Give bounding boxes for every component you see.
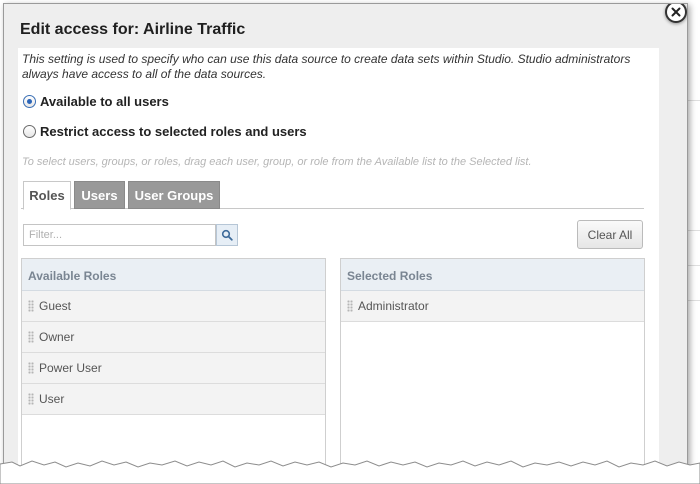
tab-users[interactable]: Users bbox=[74, 181, 125, 209]
edit-access-dialog: Edit access for: Airline Traffic This se… bbox=[3, 3, 688, 481]
list-item[interactable]: User bbox=[22, 384, 325, 415]
drag-handle-icon[interactable] bbox=[347, 300, 353, 312]
close-icon bbox=[671, 7, 681, 17]
radio-restrict-access[interactable]: Restrict access to selected roles and us… bbox=[23, 124, 307, 139]
available-roles-panel: Available Roles Guest Owner Power User U… bbox=[21, 258, 326, 481]
radio-button-checked[interactable] bbox=[23, 95, 36, 108]
drag-handle-icon[interactable] bbox=[28, 393, 34, 405]
dialog-description: This setting is used to specify who can … bbox=[22, 52, 631, 81]
selected-roles-header: Selected Roles bbox=[341, 259, 644, 291]
dialog-title: Edit access for: Airline Traffic bbox=[20, 21, 246, 38]
tab-roles[interactable]: Roles bbox=[23, 181, 71, 210]
tab-user-groups[interactable]: User Groups bbox=[128, 181, 220, 209]
radio-button-unchecked[interactable] bbox=[23, 125, 36, 138]
close-button[interactable] bbox=[665, 4, 687, 23]
selected-roles-panel: Selected Roles Administrator bbox=[340, 258, 645, 481]
search-icon bbox=[221, 229, 233, 241]
list-item[interactable]: Owner bbox=[22, 322, 325, 353]
drag-handle-icon[interactable] bbox=[28, 331, 34, 343]
available-roles-header: Available Roles bbox=[22, 259, 325, 291]
torn-edge-decoration bbox=[0, 460, 700, 484]
role-name: Power User bbox=[39, 361, 102, 375]
tab-bar: Roles Users User Groups bbox=[21, 181, 644, 210]
list-item[interactable]: Administrator bbox=[341, 291, 644, 322]
list-item[interactable]: Power User bbox=[22, 353, 325, 384]
role-name: User bbox=[39, 392, 65, 406]
role-name: Administrator bbox=[358, 299, 429, 313]
instruction-hint: To select users, groups, or roles, drag … bbox=[22, 156, 532, 168]
radio-label: Available to all users bbox=[40, 94, 169, 109]
role-name: Owner bbox=[39, 330, 75, 344]
role-name: Guest bbox=[39, 299, 72, 313]
clear-all-button[interactable]: Clear All bbox=[577, 220, 643, 249]
drag-handle-icon[interactable] bbox=[28, 300, 34, 312]
search-button[interactable] bbox=[216, 224, 238, 246]
drag-handle-icon[interactable] bbox=[28, 362, 34, 374]
radio-available-to-all[interactable]: Available to all users bbox=[23, 94, 169, 109]
list-item[interactable]: Guest bbox=[22, 291, 325, 322]
dialog-body: This setting is used to specify who can … bbox=[18, 48, 659, 481]
radio-label: Restrict access to selected roles and us… bbox=[40, 124, 307, 139]
filter-input[interactable] bbox=[23, 224, 216, 246]
